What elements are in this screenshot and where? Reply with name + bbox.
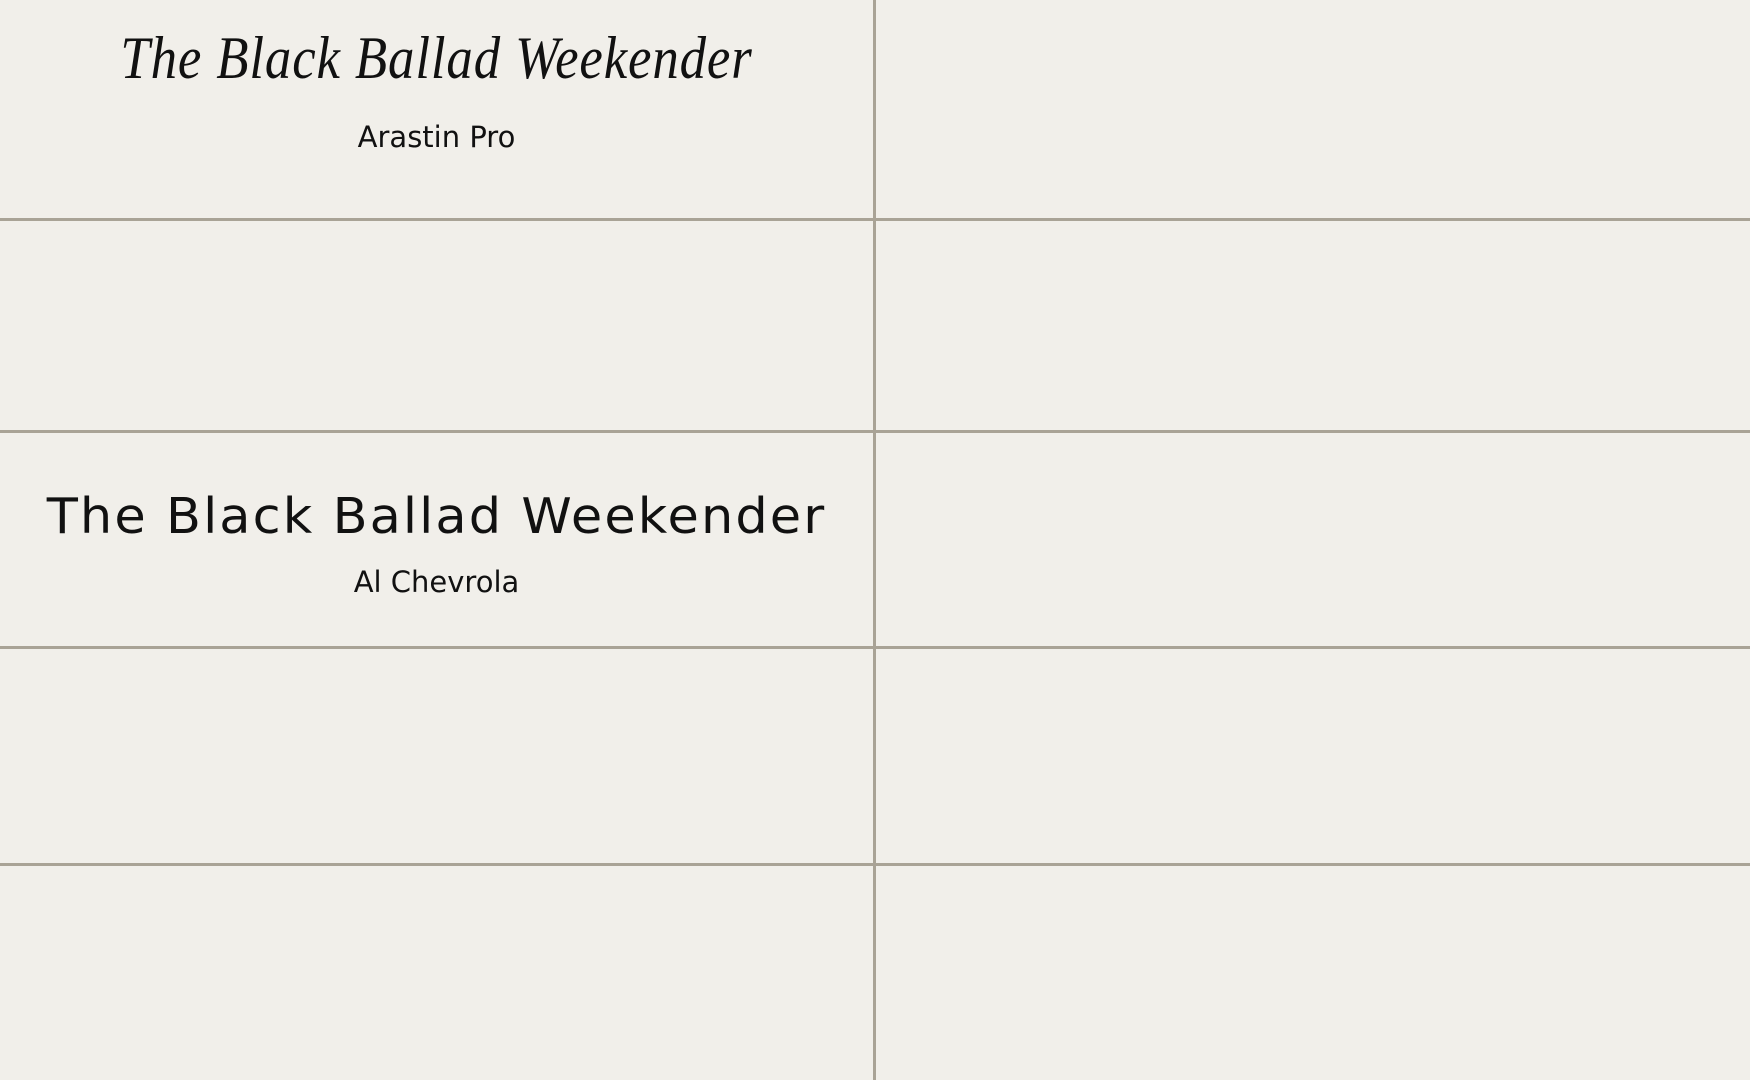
font-name-label-al-chevrola: Al Chevrola bbox=[353, 565, 520, 599]
row-divider-4 bbox=[0, 863, 1750, 866]
font-name-label-arastin-pro: Arastin Pro bbox=[357, 120, 516, 154]
font-sample-cell-arastin-pro: The Black Ballad Weekender Arastin Pro bbox=[0, 0, 873, 218]
font-sample-text-al-chevrola: The Black Ballad Weekender bbox=[46, 488, 827, 545]
row-divider-3 bbox=[0, 646, 1750, 649]
font-sample-text-arastin-pro: The Black Ballad Weekender bbox=[120, 25, 753, 91]
font-sample-cell-al-chevrola: The Black Ballad Weekender Al Chevrola bbox=[0, 221, 873, 597]
row-divider-2 bbox=[0, 430, 1750, 433]
